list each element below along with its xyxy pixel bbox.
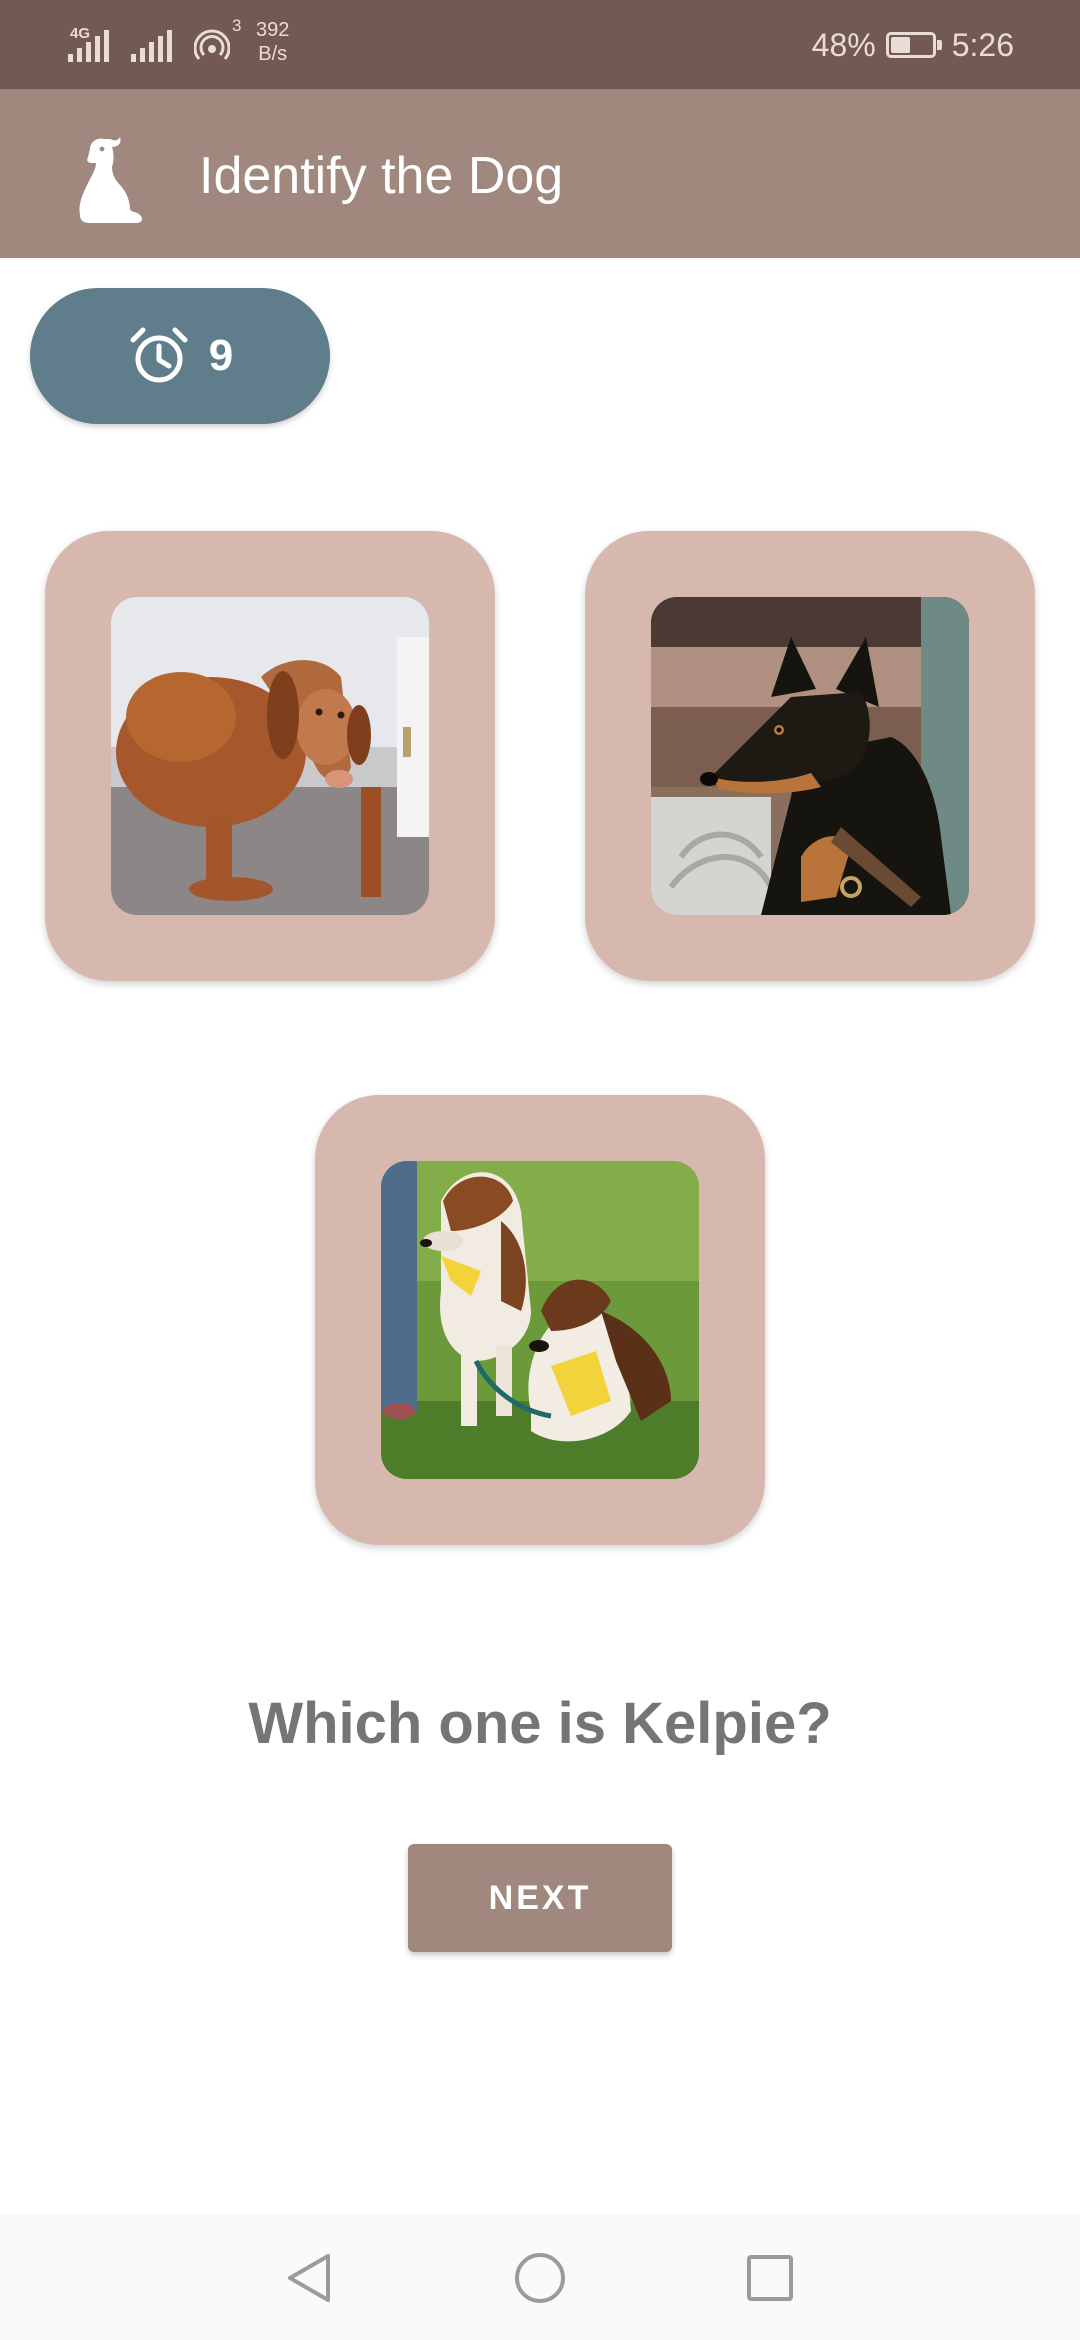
question-text: Which one is Kelpie? <box>248 1691 832 1756</box>
dog-photo-2 <box>651 597 969 915</box>
dog-option-card-1[interactable] <box>45 531 495 981</box>
timer-value: 9 <box>208 331 234 380</box>
dog-photo-3 <box>381 1161 699 1479</box>
next-button[interactable]: NEXT <box>408 1844 672 1952</box>
dog-sitting-icon <box>79 137 143 223</box>
app-title: Identify the Dog <box>199 147 564 205</box>
battery-fill <box>890 37 910 53</box>
home-icon[interactable] <box>510 2248 570 2308</box>
network-type: 4G <box>70 25 91 42</box>
dog-photo-1-image <box>111 597 429 915</box>
signal-4g-icon: 4G <box>68 25 109 62</box>
battery-percent: 48% <box>811 26 876 63</box>
dog-option-card-2[interactable] <box>585 531 1035 981</box>
dog-photo-1 <box>111 597 429 915</box>
alarm-clock-icon <box>130 327 188 383</box>
status-bar-left: 4G <box>68 20 230 70</box>
clock: 5:26 <box>951 26 1014 63</box>
timer-chip: 9 <box>30 288 330 424</box>
dog-photo-3-image <box>381 1161 699 1479</box>
signal-icon <box>131 28 172 62</box>
hotspot-count: 3 <box>232 16 242 35</box>
battery-icon <box>885 32 942 58</box>
dog-photo-2-image <box>651 597 969 915</box>
app-bar: Identify the Dog <box>0 89 1080 258</box>
speed-unit: B/s <box>258 43 288 65</box>
status-bar-right: 48% 5:26 <box>812 22 1014 68</box>
back-icon[interactable] <box>280 2248 340 2308</box>
hotspot-icon <box>194 29 230 60</box>
navigation-bar <box>0 2214 1080 2340</box>
recent-apps-icon[interactable] <box>740 2248 800 2308</box>
dog-option-card-3[interactable] <box>315 1095 765 1545</box>
status-bar: 4G 3 392 B/s 48% 5:26 <box>0 0 1080 89</box>
network-speed: 392 B/s <box>256 18 289 66</box>
speed-value: 392 <box>256 19 290 41</box>
